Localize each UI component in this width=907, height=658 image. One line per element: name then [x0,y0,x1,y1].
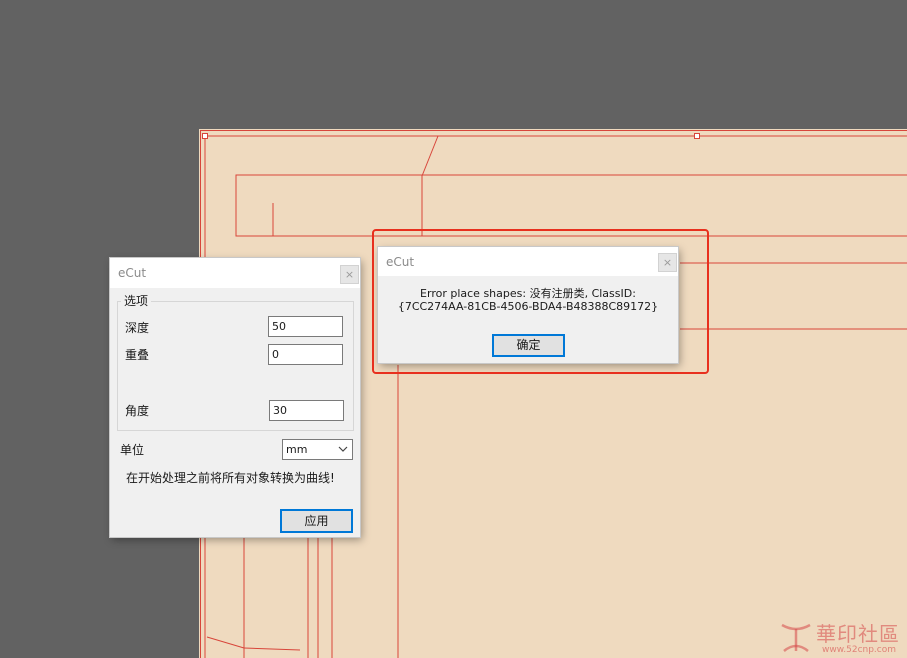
depth-input[interactable]: 50 [268,316,343,337]
apply-button[interactable]: 应用 [280,509,353,533]
unit-select-value: mm [286,443,308,456]
highlight-annotation [372,229,709,374]
selection-handle-left [202,133,208,139]
bottom-run-line [243,647,301,651]
chevron-down-icon [338,446,348,452]
depth-label: 深度 [125,321,150,335]
watermark-logo-icon [781,623,811,652]
options-group-caption: 选项 [121,292,152,309]
ecut-panel-title: eCut [118,266,147,280]
overlap-label: 重叠 [125,348,150,362]
watermark: 華印社區 www.52cnp.com [778,617,907,658]
upper-band-line [235,174,907,237]
selection-handle-mid [694,133,700,139]
overlap-input[interactable]: 0 [268,344,343,365]
ecut-options-panel: eCut × 选项 深度 50 重叠 0 角度 30 单位 mm 在开始处理之前… [110,258,360,537]
watermark-text: 華印社區 [816,622,900,646]
ecut-panel-titlebar[interactable]: eCut × [110,258,360,288]
close-icon[interactable]: × [340,265,359,284]
angle-label: 角度 [125,404,150,418]
diagonal-cut-line [421,135,439,177]
unit-label: 单位 [120,443,145,457]
convert-curves-note: 在开始处理之前将所有对象转换为曲线! [126,471,335,485]
angle-input[interactable]: 30 [269,400,344,421]
unit-select[interactable]: mm [282,439,353,460]
watermark-url: www.52cnp.com [822,645,897,655]
bottom-diagonal-line [206,636,245,649]
